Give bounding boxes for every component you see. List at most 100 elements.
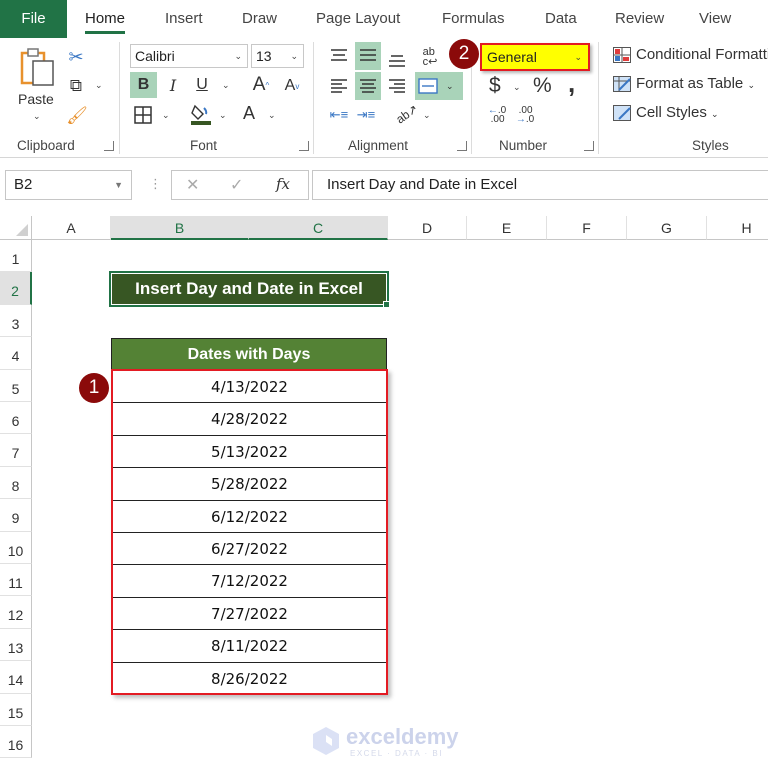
tab-draw[interactable]: Draw [242, 0, 277, 38]
bottom-align-icon[interactable] [386, 48, 408, 72]
italic-button[interactable]: I [163, 72, 183, 98]
enter-icon[interactable]: ✓ [230, 175, 243, 195]
date-cell[interactable]: 6/27/2022 [113, 533, 386, 566]
column-header-b[interactable]: B [111, 216, 249, 240]
format-painter-icon[interactable]: 🖌 [66, 105, 88, 127]
fill-color-icon[interactable] [190, 102, 212, 126]
row-header-13[interactable]: 13 [0, 628, 32, 662]
decrease-decimal-icon[interactable]: .00 →.0 [514, 104, 536, 126]
column-header-e[interactable]: E [467, 216, 547, 240]
font-color-button[interactable]: A [240, 102, 258, 124]
wrap-text-icon[interactable]: ab c↩ [418, 44, 442, 70]
number-launcher-icon[interactable] [584, 141, 594, 151]
number-format-select[interactable]: General ⌄ [480, 43, 590, 71]
paste-button[interactable]: Paste [18, 91, 54, 107]
paste-icon[interactable] [18, 46, 58, 90]
cut-icon[interactable]: ✂ [66, 46, 86, 68]
increase-font-size-button[interactable]: A ^ [250, 72, 272, 98]
copy-icon[interactable]: ⧉ [64, 75, 88, 97]
column-header-g[interactable]: G [627, 216, 707, 240]
row-header-14[interactable]: 14 [0, 661, 32, 694]
column-header-f[interactable]: F [547, 216, 627, 240]
insert-function-icon[interactable]: fx [276, 175, 290, 193]
underline-button[interactable]: U [192, 72, 212, 98]
row-header-11[interactable]: 11 [0, 564, 32, 597]
currency-dropdown-icon[interactable]: ⌄ [513, 82, 521, 93]
underline-dropdown-icon[interactable]: ⌄ [222, 80, 230, 91]
decrease-font-size-button[interactable]: Av [282, 74, 302, 98]
row-header-15[interactable]: 15 [0, 693, 32, 726]
tab-insert[interactable]: Insert [165, 0, 203, 38]
date-cell[interactable]: 6/12/2022 [113, 501, 386, 533]
row-header-7[interactable]: 7 [0, 434, 32, 467]
row-header-16[interactable]: 16 [0, 726, 32, 759]
percent-button[interactable]: % [533, 74, 552, 98]
alignment-launcher-icon[interactable] [457, 141, 467, 151]
date-cell[interactable]: 4/13/2022 [113, 371, 386, 404]
tab-page-layout[interactable]: Page Layout [316, 0, 400, 38]
date-cell[interactable]: 7/27/2022 [113, 598, 386, 631]
currency-button[interactable]: $ [489, 74, 501, 98]
decrease-indent-icon[interactable]: ⇤≡ [328, 104, 350, 126]
row-header-1[interactable]: 1 [0, 240, 32, 273]
date-cell[interactable]: 5/28/2022 [113, 468, 386, 501]
title-cell-b2[interactable]: Insert Day and Date in Excel [109, 271, 389, 307]
merge-dropdown-icon[interactable]: ⌄ [446, 81, 454, 92]
format-as-table-button[interactable]: Format as Table ⌄ [636, 75, 755, 92]
tab-formulas[interactable]: Formulas [442, 0, 505, 38]
tab-data[interactable]: Data [545, 0, 577, 38]
conditional-formatting-button[interactable]: Conditional Formatting [636, 46, 768, 63]
merge-center-button[interactable]: ⌄ [415, 72, 463, 100]
tab-view[interactable]: View [699, 0, 731, 38]
paste-dropdown-icon[interactable]: ⌄ [33, 111, 41, 122]
fill-handle[interactable] [383, 301, 390, 308]
row-header-6[interactable]: 6 [0, 402, 32, 435]
table-header-cell[interactable]: Dates with Days [111, 338, 387, 370]
cancel-icon[interactable]: ✕ [186, 175, 199, 195]
orientation-icon[interactable]: ab↗ [390, 97, 423, 130]
name-box[interactable]: B2 ▼ [5, 170, 132, 200]
date-cell[interactable]: 4/28/2022 [113, 403, 386, 436]
font-name-select[interactable]: Calibri ⌄ [130, 44, 248, 68]
column-header-d[interactable]: D [388, 216, 467, 240]
select-all-button[interactable] [0, 216, 32, 240]
borders-dropdown-icon[interactable]: ⌄ [162, 110, 170, 121]
row-header-9[interactable]: 9 [0, 499, 32, 532]
row-header-8[interactable]: 8 [0, 466, 32, 500]
increase-decimal-icon[interactable]: ←.0 .00 [486, 104, 508, 126]
date-cell[interactable]: 8/11/2022 [113, 630, 386, 663]
date-cell[interactable]: 8/26/2022 [113, 663, 386, 695]
formula-bar-grip[interactable]: ⋮ [149, 176, 162, 192]
top-align-icon[interactable] [328, 44, 350, 68]
comma-style-button[interactable]: , [568, 68, 575, 99]
column-header-a[interactable]: A [32, 216, 111, 240]
tab-file[interactable]: File [0, 0, 67, 38]
cell-styles-icon[interactable] [612, 104, 632, 122]
column-header-h[interactable]: H [707, 216, 768, 240]
increase-indent-icon[interactable]: ⇥≡ [355, 104, 377, 126]
row-header-4[interactable]: 4 [0, 337, 32, 370]
fill-color-dropdown-icon[interactable]: ⌄ [219, 110, 227, 121]
row-header-10[interactable]: 10 [0, 531, 32, 564]
orientation-dropdown-icon[interactable]: ⌄ [423, 110, 431, 121]
copy-dropdown-icon[interactable]: ⌄ [95, 80, 103, 91]
clipboard-launcher-icon[interactable] [104, 141, 114, 151]
row-header-12[interactable]: 12 [0, 596, 32, 629]
middle-align-icon[interactable] [355, 42, 381, 70]
row-header-5[interactable]: 5 [0, 369, 32, 402]
row-header-2[interactable]: 2 [0, 272, 32, 305]
font-size-select[interactable]: 13 ⌄ [251, 44, 304, 68]
date-cell[interactable]: 5/13/2022 [113, 436, 386, 469]
align-center-icon[interactable] [355, 72, 381, 100]
align-right-icon[interactable] [386, 74, 408, 98]
row-header-3[interactable]: 3 [0, 304, 32, 338]
font-color-dropdown-icon[interactable]: ⌄ [268, 110, 276, 121]
font-launcher-icon[interactable] [299, 141, 309, 151]
borders-icon[interactable] [132, 104, 154, 126]
tab-home[interactable]: Home [85, 0, 126, 38]
conditional-formatting-icon[interactable] [612, 46, 632, 64]
column-header-c[interactable]: C [249, 216, 388, 240]
date-cell[interactable]: 7/12/2022 [113, 565, 386, 598]
cell-styles-button[interactable]: Cell Styles ⌄ [636, 104, 719, 121]
tab-review[interactable]: Review [615, 0, 664, 38]
